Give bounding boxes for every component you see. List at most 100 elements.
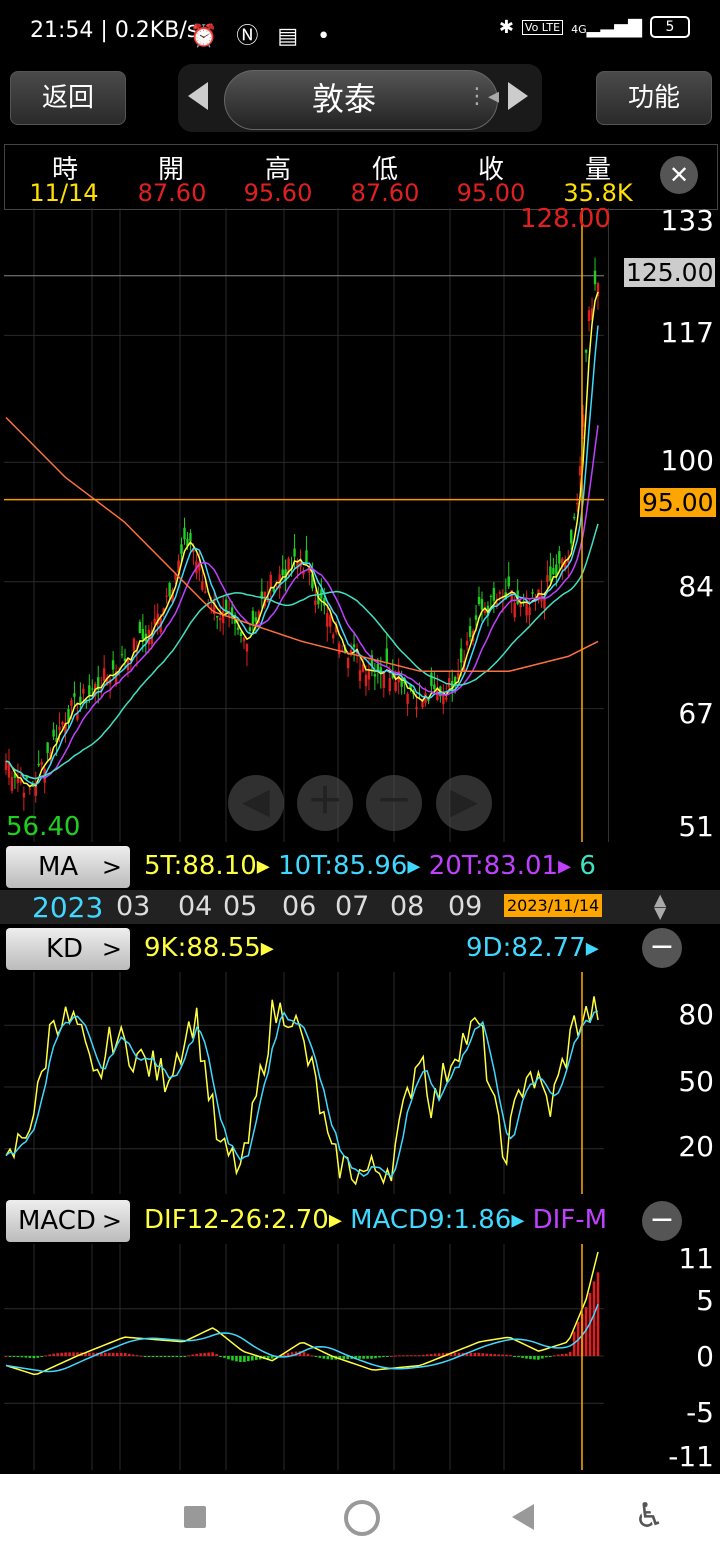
macd-osc-bar-90	[362, 1356, 365, 1359]
candle-body-145	[436, 689, 439, 701]
system-nav-bar: ♿	[0, 1474, 720, 1560]
home-icon[interactable]	[344, 1500, 380, 1536]
candle-body-71	[216, 615, 219, 618]
macd-osc-bar-94	[378, 1356, 381, 1358]
ma10-value: 10T:85.96	[278, 851, 408, 881]
candle-body-45	[138, 621, 142, 634]
candle-body-192	[575, 503, 579, 505]
macd-osc-bar-31	[127, 1353, 131, 1356]
macd-osc-bar-28	[115, 1352, 119, 1356]
candle-body-181	[543, 599, 546, 609]
month-03: 03	[116, 891, 151, 922]
macd-osc-bar-93	[374, 1356, 377, 1359]
macd-osc-bar-77	[310, 1355, 314, 1357]
ma-overflow: 6	[579, 851, 596, 881]
month-09: 09	[448, 891, 483, 922]
candle-body-140	[421, 701, 424, 708]
candle-body-193	[578, 466, 582, 476]
battery-icon: 5	[650, 16, 690, 38]
stock-title[interactable]: 敦泰	[224, 70, 464, 128]
candle-body-175	[525, 601, 528, 616]
macd-ytick-neg11: -11	[668, 1440, 714, 1473]
ma-indicator-button[interactable]: MA >	[6, 846, 130, 888]
status-right-icons: ✱ Vo LTE 4G▂▃▅▇ 5	[499, 16, 690, 38]
macd-osc-bar-81	[326, 1356, 330, 1360]
ma20-value: 20T:83.01	[428, 851, 559, 881]
candle-body-66	[201, 581, 204, 591]
value-close: 95.00	[456, 179, 526, 207]
macd-osc-bar-40	[163, 1356, 167, 1357]
macd-osc-bar-14	[60, 1352, 63, 1356]
candle-body-9	[31, 785, 34, 787]
macd-osc-bar-102	[409, 1355, 413, 1357]
back-button[interactable]: 返回	[10, 71, 126, 125]
candle-body-73	[221, 610, 225, 624]
candle-body-60	[183, 527, 186, 540]
kd-ytick-80: 80	[678, 998, 714, 1031]
macd-osc-bar-37	[151, 1356, 155, 1357]
remove-kd-icon[interactable]: −	[642, 928, 682, 968]
macd-osc-bar-3	[16, 1356, 20, 1357]
candle-body-93	[281, 569, 284, 576]
function-button[interactable]: 功能	[596, 71, 712, 125]
macd-osc-bar-21	[88, 1352, 91, 1356]
value-volume: 35.8K	[563, 179, 633, 207]
prev-stock-icon[interactable]	[188, 82, 208, 110]
kd-d-value: 9D:82.77▸	[466, 933, 599, 963]
status-bar: 21:54 | 0.2KB/s ⏰ Ⓝ ▤ • ✱ Vo LTE 4G▂▃▅▇ …	[0, 0, 720, 62]
zoom-out-icon[interactable]: －	[366, 775, 422, 831]
macd-osc-bar-137	[549, 1356, 552, 1357]
candle-body-119	[358, 670, 362, 681]
candle-body-112	[337, 643, 341, 654]
candle-body-158	[474, 615, 478, 620]
macd-chart[interactable]	[4, 1244, 610, 1470]
macd-osc-bar-80	[322, 1356, 326, 1359]
value-low: 87.60	[350, 179, 420, 207]
grip-icon[interactable]: ⋮◂	[466, 84, 499, 109]
recent-apps-icon[interactable]	[184, 1506, 206, 1528]
candle-body-110	[332, 634, 335, 639]
ytick-4: 67	[678, 697, 714, 730]
accessibility-icon[interactable]: ♿	[634, 1496, 664, 1536]
scroll-left-icon[interactable]: ◀	[228, 775, 284, 831]
year-label: 2023	[32, 891, 104, 924]
back-nav-icon[interactable]	[512, 1504, 534, 1530]
candle-body-72	[218, 618, 222, 621]
candle-body-33	[102, 668, 106, 681]
candle-body-36	[111, 660, 115, 670]
remove-macd-icon[interactable]: −	[642, 1201, 682, 1241]
candle-body-80	[242, 637, 246, 642]
macd-osc-bar-141	[564, 1353, 568, 1356]
candle-body-125	[376, 663, 380, 671]
status-notification-icons: ⏰ Ⓝ ▤ •	[190, 24, 337, 49]
macd-osc-bar-51	[207, 1352, 210, 1356]
macd-osc-bar-16	[68, 1352, 71, 1356]
macd-osc-bar-35	[143, 1356, 147, 1357]
macd-osc-bar-132	[529, 1356, 532, 1360]
candle-body-1	[7, 763, 11, 778]
macd-ytick-5: 5	[696, 1284, 714, 1317]
next-stock-icon[interactable]	[508, 82, 528, 110]
macd-osc-bar-142	[568, 1351, 572, 1356]
macd-osc-bar-53	[215, 1354, 218, 1356]
macd-osc-value: DIF-M	[532, 1205, 608, 1235]
resize-handle-icon[interactable]: ▲ ▼	[654, 892, 666, 921]
macd-osc-bar-138	[552, 1355, 556, 1357]
close-icon[interactable]: ✕	[660, 156, 698, 194]
scroll-right-icon[interactable]: ▶	[436, 775, 492, 831]
macd-indicator-button[interactable]: MACD >	[6, 1200, 130, 1242]
candle-body-97	[293, 548, 296, 557]
candle-body-2	[10, 776, 14, 791]
zoom-in-icon[interactable]: ＋	[297, 775, 353, 831]
candle-body-109	[329, 615, 332, 627]
ma10-line	[5, 325, 599, 786]
macd-osc-bar-0	[4, 1356, 8, 1357]
macd-osc-bar-130	[521, 1356, 524, 1358]
kd-chart[interactable]	[4, 972, 610, 1194]
kd-indicator-button[interactable]: KD >	[6, 928, 130, 970]
month-06: 06	[282, 891, 317, 922]
value-high: 95.60	[243, 179, 313, 207]
macd-ytick-0: 0	[696, 1340, 714, 1373]
candle-body-182	[546, 575, 549, 582]
price-chart[interactable]	[4, 208, 610, 842]
